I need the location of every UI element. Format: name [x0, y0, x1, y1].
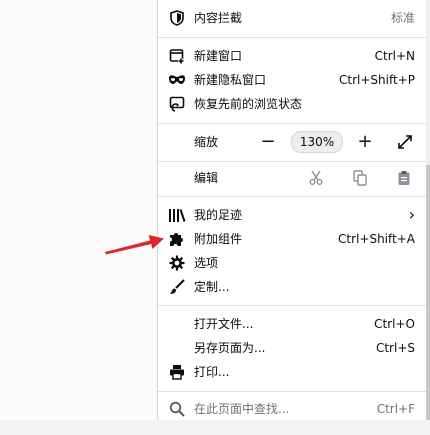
menu-item-options[interactable]: 选项	[158, 251, 427, 275]
menu-separator	[158, 161, 427, 162]
menu-item-label: 我的足迹	[194, 208, 243, 222]
menu-item-customize[interactable]: 定制...	[158, 275, 427, 299]
menu-separator	[158, 123, 427, 124]
menu-separator	[158, 196, 427, 197]
menu-item-label: 打印...	[194, 365, 230, 379]
menu-item-library[interactable]: 我的足迹 ›	[158, 203, 427, 227]
menu-item-restore-session[interactable]: 恢复先前的浏览状态	[158, 92, 427, 116]
menu-item-shortcut: Ctrl+Shift+P	[339, 73, 415, 87]
menu-item-save-page[interactable]: 另存页面为... Ctrl+S	[158, 336, 427, 360]
menu-item-find-in-page[interactable]: 在此页面中查找... Ctrl+F	[158, 397, 427, 421]
app-menu-panel: 内容拦截 标准 新建窗口 Ctrl+N 新建隐私窗口 Ctrl+Shift+P …	[157, 0, 427, 420]
scrollbar-thumb[interactable]	[426, 165, 430, 420]
menu-item-addons[interactable]: 附加组件 Ctrl+Shift+A	[158, 227, 427, 251]
menu-separator	[158, 305, 427, 306]
menu-item-print[interactable]: 打印...	[158, 360, 427, 384]
annotation-arrow	[105, 235, 164, 255]
zoom-in-button[interactable]: +	[354, 131, 376, 153]
paste-icon[interactable]	[395, 169, 413, 187]
restore-session-icon	[168, 95, 186, 113]
menu-item-label: 新建窗口	[194, 49, 243, 63]
menu-item-shortcut: Ctrl+Shift+A	[338, 232, 415, 246]
bottom-edge	[0, 420, 430, 435]
menu-item-label: 在此页面中查找...	[194, 402, 290, 416]
puzzle-icon	[168, 230, 186, 248]
copy-icon[interactable]	[351, 169, 369, 187]
zoom-reset-button[interactable]: 130%	[291, 131, 343, 153]
menu-item-label: 另存页面为...	[194, 341, 266, 355]
menu-item-label: 恢复先前的浏览状态	[194, 97, 303, 111]
new-window-icon	[168, 47, 186, 65]
menu-item-shortcut: Ctrl+N	[374, 49, 415, 63]
chevron-right-icon: ›	[408, 205, 415, 224]
edit-label: 编辑	[194, 171, 219, 185]
gear-icon	[168, 254, 186, 272]
zoom-label: 缩放	[194, 135, 219, 149]
shield-icon	[168, 9, 186, 27]
search-icon	[168, 400, 186, 418]
menu-item-label: 定制...	[194, 280, 230, 294]
menu-item-label: 附加组件	[194, 232, 243, 246]
library-icon	[168, 206, 186, 224]
printer-icon	[168, 363, 186, 381]
menu-item-label: 选项	[194, 256, 219, 270]
zoom-out-button[interactable]: −	[257, 131, 279, 153]
fullscreen-icon	[398, 135, 412, 149]
menu-separator	[158, 391, 427, 392]
menu-item-content-blocking[interactable]: 内容拦截 标准	[158, 6, 427, 30]
scissors-icon[interactable]	[307, 169, 325, 187]
menu-item-label: 内容拦截	[194, 11, 243, 25]
menu-item-open-file[interactable]: 打开文件... Ctrl+O	[158, 312, 427, 336]
menu-item-label: 打开文件...	[194, 317, 254, 331]
menu-item-shortcut: Ctrl+S	[375, 341, 415, 355]
content-blocking-status: 标准	[390, 11, 415, 25]
edit-row: 编辑	[158, 166, 427, 190]
page-content-area	[0, 0, 157, 420]
brush-icon	[168, 278, 186, 296]
fullscreen-button[interactable]	[394, 131, 416, 153]
menu-item-label: 新建隐私窗口	[194, 73, 267, 87]
menu-item-shortcut: Ctrl+O	[374, 317, 415, 331]
menu-item-shortcut: Ctrl+F	[376, 402, 415, 416]
menu-item-private-window[interactable]: 新建隐私窗口 Ctrl+Shift+P	[158, 68, 427, 92]
zoom-row: 缩放 − 130% +	[158, 129, 427, 155]
private-mask-icon	[168, 71, 186, 89]
menu-separator	[158, 37, 427, 38]
menu-item-new-window[interactable]: 新建窗口 Ctrl+N	[158, 44, 427, 68]
